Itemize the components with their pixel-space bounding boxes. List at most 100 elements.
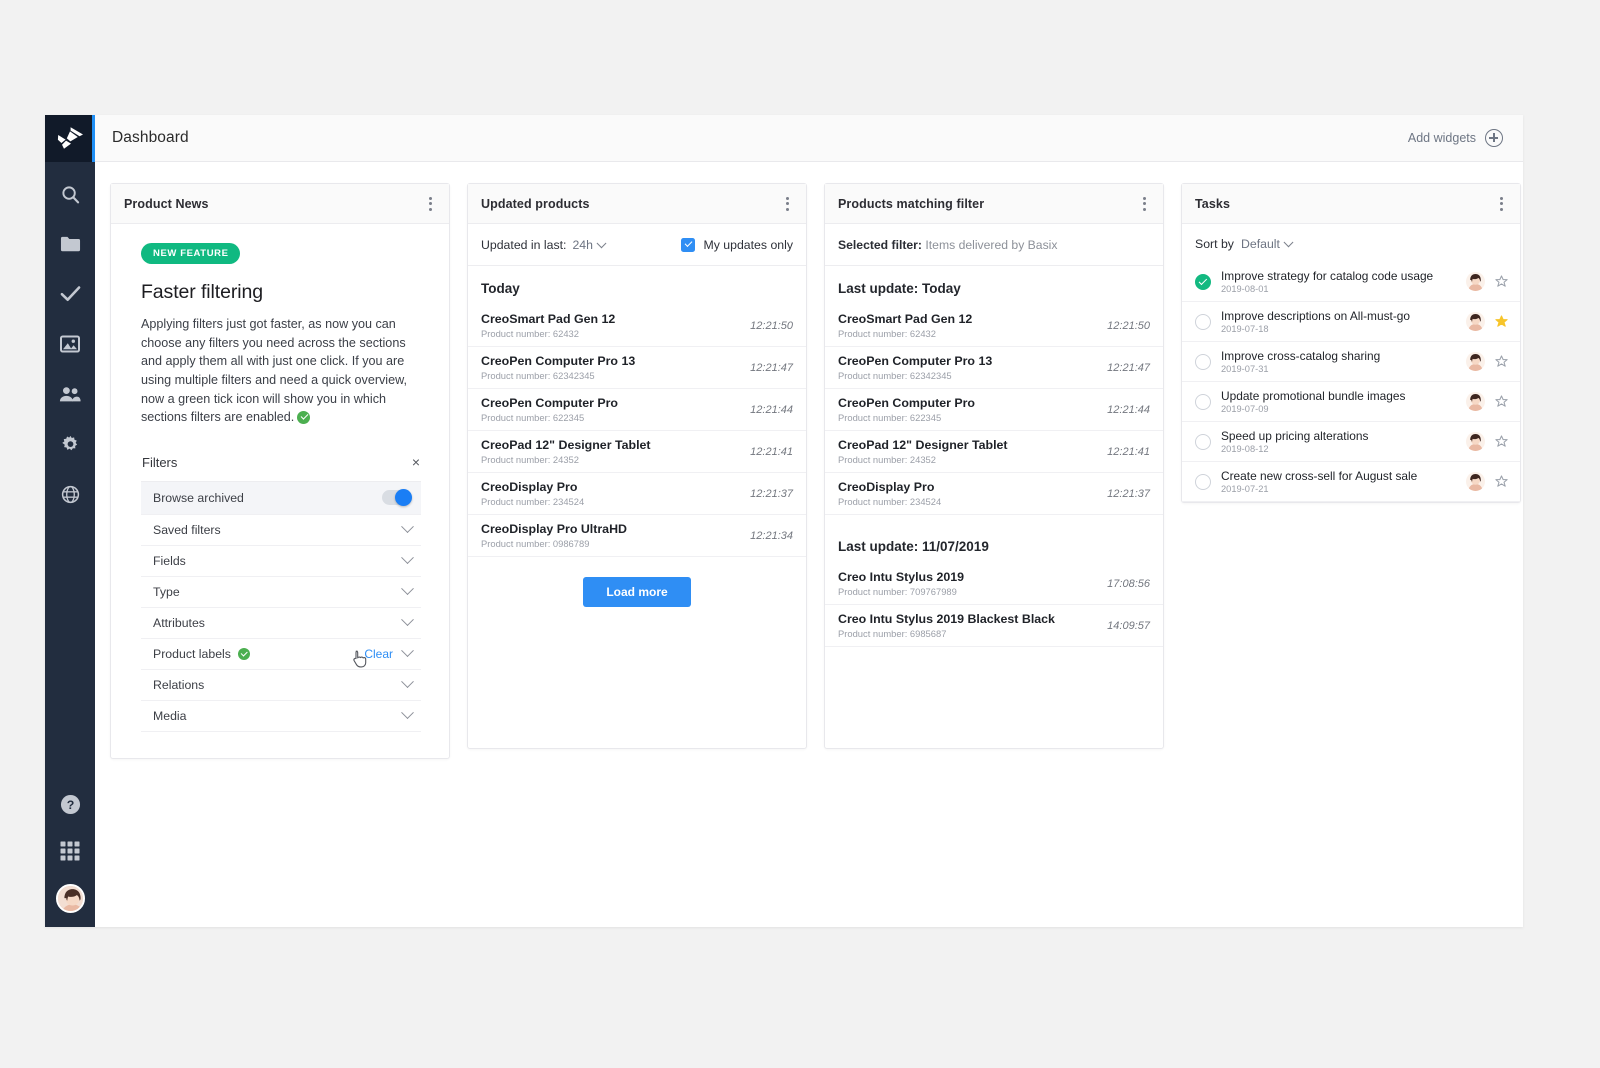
sidebar-item-media[interactable] — [53, 330, 87, 358]
list-item[interactable]: CreoPad 12" Designer Tablet Product numb… — [825, 431, 1163, 473]
product-name: CreoDisplay Pro UltraHD — [481, 522, 627, 536]
task-row[interactable]: Create new cross-sell for August sale 20… — [1182, 462, 1520, 502]
list-item[interactable]: CreoSmart Pad Gen 12 Product number: 624… — [825, 305, 1163, 347]
widget-updated-products: Updated products Updated in last: 24h My… — [467, 183, 807, 749]
task-checkbox[interactable] — [1195, 393, 1211, 410]
list-item[interactable]: CreoDisplay Pro Product number: 234524 1… — [825, 473, 1163, 515]
load-more-button[interactable]: Load more — [583, 577, 691, 607]
app-logo[interactable] — [45, 115, 95, 162]
task-checkbox[interactable] — [1195, 433, 1211, 450]
task-date: 2019-07-21 — [1221, 484, 1269, 494]
list-item[interactable]: CreoDisplay Pro UltraHD Product number: … — [468, 515, 806, 557]
close-icon[interactable]: × — [412, 455, 420, 469]
favorite-star-icon[interactable] — [1495, 355, 1508, 368]
favorite-star-icon[interactable] — [1495, 475, 1508, 488]
updated-in-last-value: 24h — [572, 238, 593, 252]
selected-filter-label: Selected filter: — [838, 238, 922, 252]
sidebar-item-settings[interactable] — [53, 430, 87, 458]
product-news-body: NEW FEATURE Faster filtering Applying fi… — [111, 224, 449, 758]
filter-row-fields[interactable]: Fields — [141, 546, 421, 577]
favorite-star-icon[interactable] — [1495, 315, 1508, 328]
apps-grid-icon — [60, 841, 80, 861]
filter-row-product-labels[interactable]: Product labels Clear — [141, 639, 421, 670]
checkbox-icon — [681, 238, 696, 252]
product-info: CreoDisplay Pro UltraHD Product number: … — [481, 522, 627, 549]
chevron-down-icon — [596, 237, 607, 248]
product-number: Product number: 0986789 — [481, 538, 590, 549]
my-updates-only-checkbox[interactable]: My updates only — [681, 238, 793, 252]
widget-menu-button[interactable] — [1497, 194, 1506, 214]
product-time: 12:21:41 — [1107, 445, 1150, 458]
product-number: Product number: 6985687 — [838, 628, 947, 639]
task-title: Improve strategy for catalog code usage — [1221, 269, 1434, 283]
help-icon: ? — [60, 794, 80, 814]
task-checkbox[interactable] — [1195, 353, 1211, 370]
widget-header: Tasks — [1182, 184, 1520, 224]
filter-row-saved-filters[interactable]: Saved filters — [141, 515, 421, 546]
list-item[interactable]: CreoPen Computer Pro 13 Product number: … — [825, 347, 1163, 389]
main-area: Dashboard Add widgets Product News NEW F… — [95, 115, 1523, 927]
task-title: Speed up pricing alterations — [1221, 429, 1369, 443]
filter-row-browse-archived[interactable]: Browse archived — [141, 481, 421, 515]
filter-label: Media — [153, 708, 187, 723]
sidebar-item-tasks[interactable] — [53, 280, 87, 308]
filter-label: Attributes — [153, 615, 205, 630]
selected-filter-value: Items delivered by Basix — [925, 238, 1058, 252]
task-row[interactable]: Improve cross-catalog sharing 2019-07-31 — [1182, 342, 1520, 382]
browse-archived-toggle[interactable] — [382, 489, 412, 507]
clear-filter-link[interactable]: Clear — [364, 647, 393, 661]
filter-row-relations[interactable]: Relations — [141, 670, 421, 701]
widget-header: Products matching filter — [825, 184, 1163, 224]
product-name: Creo Intu Stylus 2019 Blackest Black — [838, 612, 1055, 626]
widget-menu-button[interactable] — [783, 194, 792, 214]
product-time: 12:21:50 — [750, 319, 793, 332]
updated-in-last-select[interactable]: 24h — [572, 237, 607, 252]
product-info: CreoPad 12" Designer Tablet Product numb… — [838, 438, 1008, 465]
list-item[interactable]: CreoPen Computer Pro Product number: 622… — [825, 389, 1163, 431]
list-item[interactable]: CreoPen Computer Pro Product number: 622… — [468, 389, 806, 431]
filter-row-attributes[interactable]: Attributes — [141, 608, 421, 639]
sidebar-nav — [45, 180, 95, 508]
sidebar-item-catalog[interactable] — [53, 230, 87, 258]
product-time: 17:08:56 — [1107, 577, 1150, 590]
product-number: Product number: 24352 — [481, 454, 579, 465]
filter-label-group: Product labels — [153, 647, 251, 661]
task-row[interactable]: Speed up pricing alterations 2019-08-12 — [1182, 422, 1520, 462]
matching-list-group-1: Creo Intu Stylus 2019 Product number: 70… — [825, 563, 1163, 647]
sidebar-item-search[interactable] — [53, 180, 87, 208]
task-date: 2019-07-31 — [1221, 364, 1269, 374]
favorite-star-icon[interactable] — [1495, 275, 1508, 288]
list-item[interactable]: CreoPen Computer Pro 13 Product number: … — [468, 347, 806, 389]
list-item[interactable]: Creo Intu Stylus 2019 Blackest Black Pro… — [825, 605, 1163, 647]
sidebar-item-users[interactable] — [53, 380, 87, 408]
sort-by-select[interactable]: Default — [1241, 236, 1294, 251]
product-info: CreoDisplay Pro Product number: 234524 — [481, 480, 584, 507]
filter-row-media[interactable]: Media — [141, 701, 421, 732]
page-title: Dashboard — [112, 129, 189, 146]
filter-row-type[interactable]: Type — [141, 577, 421, 608]
product-info: CreoDisplay Pro Product number: 234524 — [838, 480, 941, 507]
task-date: 2019-08-12 — [1221, 444, 1269, 454]
task-checkbox[interactable] — [1195, 313, 1211, 330]
list-item[interactable]: CreoDisplay Pro Product number: 234524 1… — [468, 473, 806, 515]
favorite-star-icon[interactable] — [1495, 435, 1508, 448]
task-checkbox[interactable] — [1195, 273, 1211, 290]
list-item[interactable]: CreoPad 12" Designer Tablet Product numb… — [468, 431, 806, 473]
task-checkbox[interactable] — [1195, 473, 1211, 490]
add-widgets-button[interactable]: Add widgets — [1408, 129, 1503, 147]
sidebar-item-globe[interactable] — [53, 480, 87, 508]
task-row[interactable]: Update promotional bundle images 2019-07… — [1182, 382, 1520, 422]
sidebar-profile-avatar[interactable] — [55, 884, 85, 913]
widget-title: Updated products — [481, 196, 590, 211]
filter-label: Browse archived — [153, 490, 244, 505]
list-item[interactable]: CreoSmart Pad Gen 12 Product number: 624… — [468, 305, 806, 347]
widget-menu-button[interactable] — [1140, 194, 1149, 214]
avatar — [1466, 272, 1485, 291]
widget-menu-button[interactable] — [426, 194, 435, 214]
list-item[interactable]: Creo Intu Stylus 2019 Product number: 70… — [825, 563, 1163, 605]
sidebar-item-apps[interactable] — [53, 837, 87, 865]
task-row[interactable]: Improve strategy for catalog code usage … — [1182, 262, 1520, 302]
favorite-star-icon[interactable] — [1495, 395, 1508, 408]
sidebar-item-help[interactable]: ? — [53, 790, 87, 818]
task-row[interactable]: Improve descriptions on All-must-go 2019… — [1182, 302, 1520, 342]
